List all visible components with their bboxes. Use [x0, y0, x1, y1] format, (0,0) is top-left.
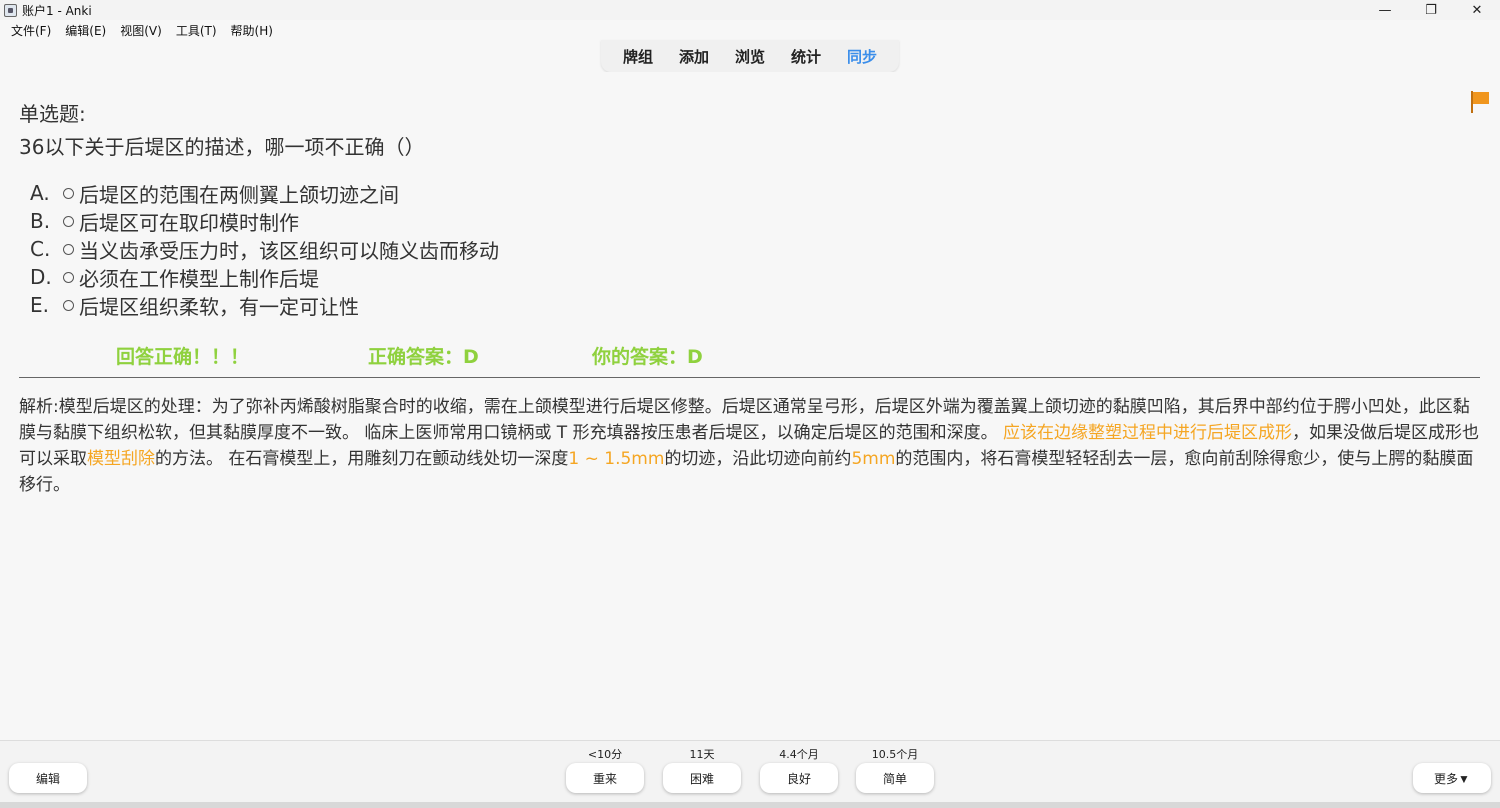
option-text: 后堤区可在取印模时制作 — [79, 210, 299, 235]
review-bottom-bar: 编辑 <10分 重来 11天 困难 4.4个月 良好 10.5个月 简单 更多▼ — [0, 740, 1500, 802]
easy-due: 10.5个月 — [871, 748, 919, 761]
toolbar-browse[interactable]: 浏览 — [731, 46, 769, 67]
option-e[interactable]: E. 后堤区组织柔软，有一定可让性 — [30, 291, 499, 319]
menu-file[interactable]: 文件(F) — [4, 22, 58, 39]
question-text: 36以下关于后堤区的描述，哪一项不正确（） — [19, 135, 425, 159]
good-button[interactable]: 良好 — [760, 763, 838, 793]
correct-answer: 正确答案：D — [368, 346, 479, 368]
card-view: 单选题: 36以下关于后堤区的描述，哪一项不正确（） A. 后堤区的范围在两侧翼… — [0, 72, 1500, 740]
radio-icon — [63, 271, 74, 283]
option-text: 后堤区组织柔软，有一定可让性 — [79, 294, 359, 319]
option-c[interactable]: C. 当义齿承受压力时，该区组织可以随义齿而移动 — [30, 235, 499, 263]
good-due: 4.4个月 — [779, 748, 819, 761]
menu-tools[interactable]: 工具(T) — [169, 22, 224, 39]
title-bar: 账户1 - Anki — ❐ ✕ — [0, 0, 1500, 20]
radio-icon — [63, 187, 74, 199]
more-button[interactable]: 更多▼ — [1413, 763, 1491, 793]
question-type: 单选题: — [19, 102, 86, 126]
options-list: A. 后堤区的范围在两侧翼上颌切迹之间 B. 后堤区可在取印模时制作 C. 当义… — [30, 179, 499, 319]
explanation-part: 的切迹，沿此切迹向前约 — [664, 449, 852, 469]
close-button[interactable]: ✕ — [1454, 0, 1500, 20]
window-controls: — ❐ ✕ — [1362, 0, 1500, 20]
again-due: <10分 — [587, 748, 623, 761]
menu-view[interactable]: 视图(V) — [113, 22, 169, 39]
anki-app-icon — [4, 3, 17, 17]
hard-due: 11天 — [689, 748, 715, 761]
toolbar-sync[interactable]: 同步 — [843, 46, 881, 67]
option-letter: B. — [30, 209, 51, 233]
option-letter: A. — [30, 181, 50, 205]
radio-icon — [63, 215, 74, 227]
explanation-highlight: 1 ~ 1.5mm — [568, 449, 665, 469]
option-text: 必须在工作模型上制作后堤 — [79, 266, 319, 291]
explanation-highlight: 应该在边缘整塑过程中进行后堤区成形 — [1003, 423, 1292, 443]
option-letter: D. — [30, 265, 52, 289]
toolbar-decks[interactable]: 牌组 — [619, 46, 657, 67]
toolbar-stats[interactable]: 统计 — [787, 46, 825, 67]
option-a[interactable]: A. 后堤区的范围在两侧翼上颌切迹之间 — [30, 179, 499, 207]
option-text: 当义齿承受压力时，该区组织可以随义齿而移动 — [79, 238, 499, 263]
edit-button[interactable]: 编辑 — [9, 763, 87, 793]
explanation-part: 的方法。 在石膏模型上，用雕刻刀在颤动线处切一深度 — [155, 449, 569, 469]
option-letter: C. — [30, 237, 51, 261]
menu-bar: 文件(F) 编辑(E) 视图(V) 工具(T) 帮助(H) — [0, 20, 1500, 40]
your-answer: 你的答案：D — [592, 346, 703, 368]
answer-divider — [19, 377, 1480, 378]
menu-edit[interactable]: 编辑(E) — [58, 22, 113, 39]
result-verdict: 回答正确！！！ — [116, 346, 250, 368]
flag-icon[interactable] — [1469, 90, 1491, 114]
explanation-text: 解析:模型后堤区的处理：为了弥补丙烯酸树脂聚合时的收缩，需在上颌模型进行后堤区修… — [19, 394, 1481, 498]
toolbar-add[interactable]: 添加 — [675, 46, 713, 67]
menu-help[interactable]: 帮助(H) — [224, 22, 280, 39]
explanation-highlight: 模型刮除 — [87, 449, 155, 469]
hard-button[interactable]: 困难 — [663, 763, 741, 793]
easy-button[interactable]: 简单 — [856, 763, 934, 793]
radio-icon — [63, 299, 74, 311]
option-b[interactable]: B. 后堤区可在取印模时制作 — [30, 207, 499, 235]
window-title: 账户1 - Anki — [22, 3, 92, 18]
main-toolbar: 牌组 添加 浏览 统计 同步 — [601, 40, 899, 72]
option-text: 后堤区的范围在两侧翼上颌切迹之间 — [79, 182, 399, 207]
option-d[interactable]: D. 必须在工作模型上制作后堤 — [30, 263, 499, 291]
explanation-highlight: 5mm — [851, 449, 896, 469]
option-letter: E. — [30, 293, 49, 317]
radio-icon — [63, 243, 74, 255]
window-bottom-edge — [0, 802, 1500, 808]
minimize-button[interactable]: — — [1362, 0, 1408, 20]
restore-button[interactable]: ❐ — [1408, 0, 1454, 20]
again-button[interactable]: 重来 — [566, 763, 644, 793]
